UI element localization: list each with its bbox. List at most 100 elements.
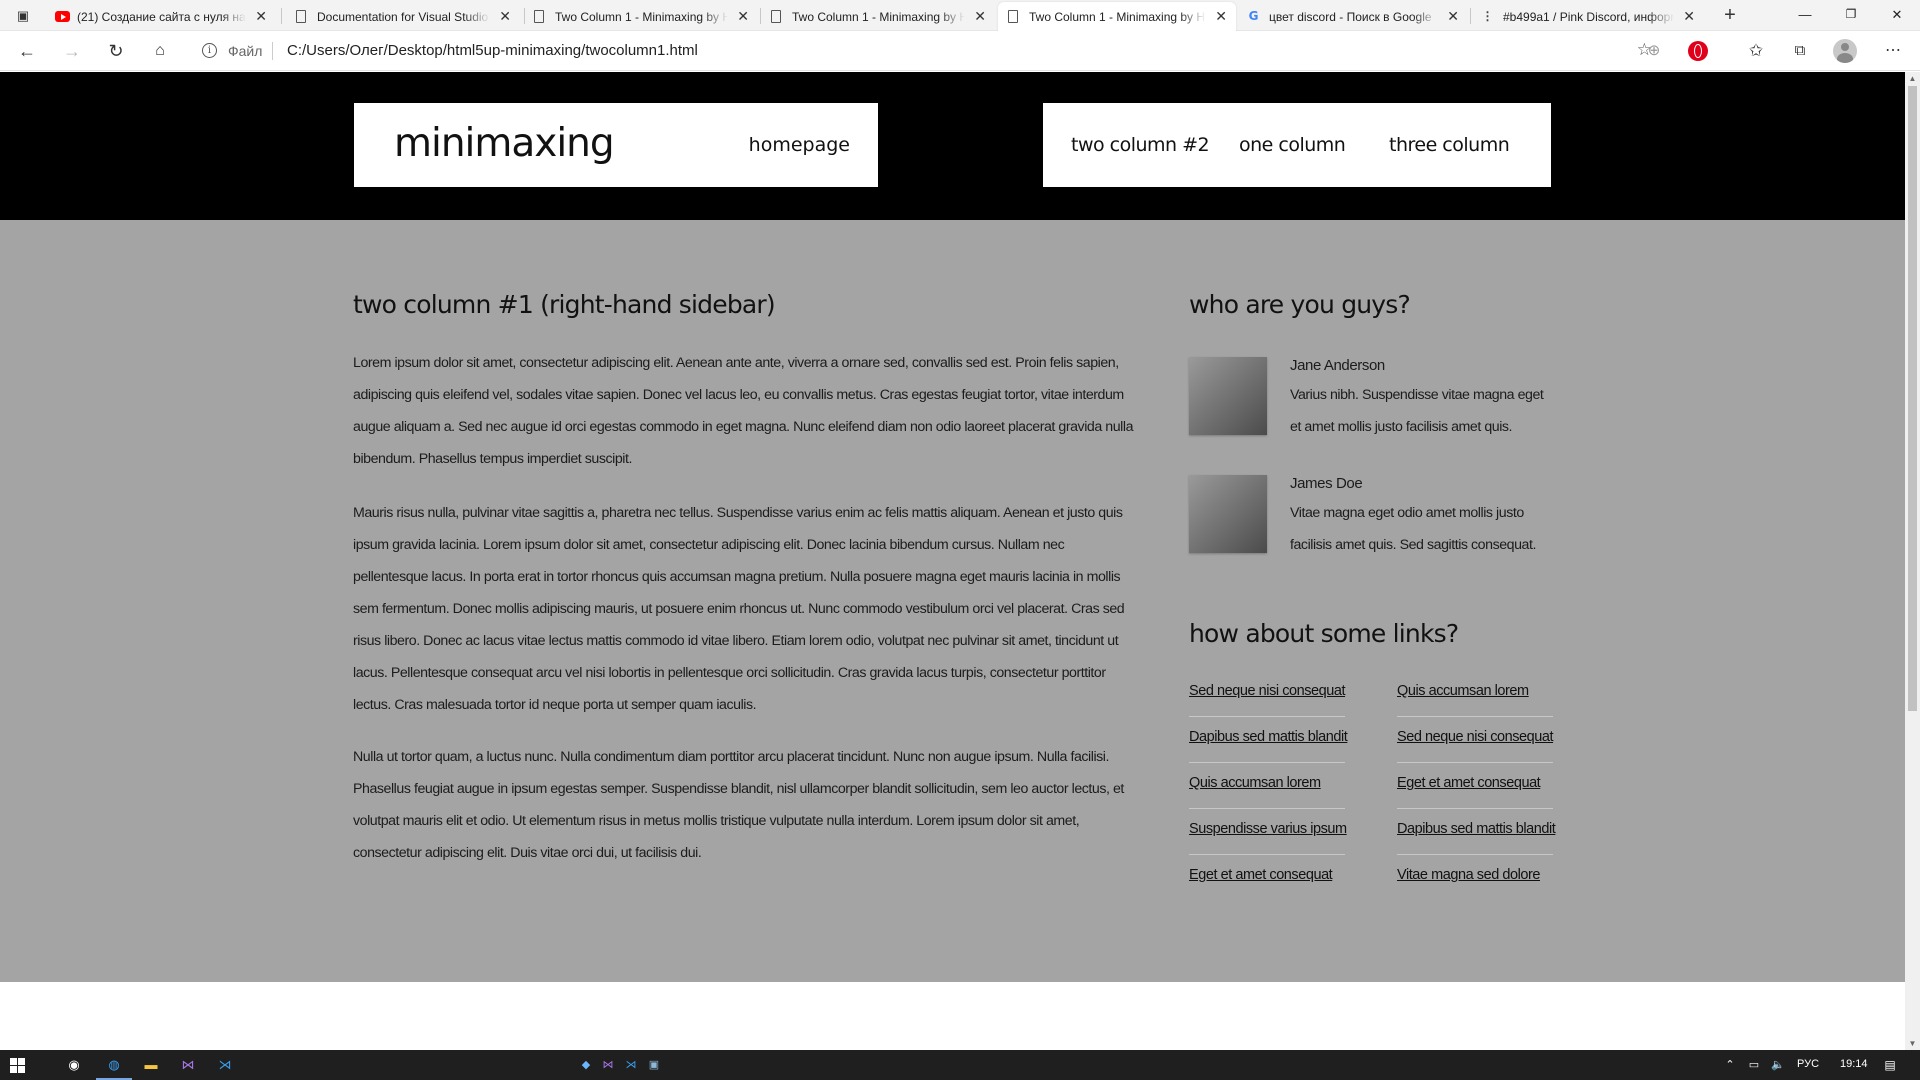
link-list-item: Quis accumsan lorem (1397, 671, 1553, 717)
visual-studio-icon[interactable]: ⋈ (598, 1055, 618, 1075)
address-scheme-label: Файл (228, 43, 263, 59)
close-tab-icon[interactable]: ✕ (737, 8, 749, 25)
sidebar-link[interactable]: Sed neque nisi consequat (1189, 683, 1346, 699)
nav-link-homepage[interactable]: homepage (749, 134, 850, 156)
close-tab-icon[interactable]: ✕ (499, 8, 511, 25)
profile-avatar[interactable] (1833, 39, 1857, 63)
scroll-down-icon[interactable]: ▼ (1905, 1039, 1920, 1048)
nav-link-one-column[interactable]: one column (1239, 134, 1346, 156)
sidebar-link[interactable]: Quis accumsan lorem (1397, 683, 1529, 699)
link-list-item: Eget et amet consequat (1397, 763, 1553, 809)
tab-title: #b499a1 / Pink Discord, информация (1503, 10, 1674, 24)
page-icon (534, 10, 544, 23)
main-section: two column #1 (right-hand sidebar) Lorem… (0, 220, 1905, 982)
app-icon[interactable]: ▣ (644, 1055, 664, 1075)
notifications-icon[interactable]: ▤ (1880, 1055, 1900, 1075)
person-item: James Doe Vitae magna eget odio amet mol… (1189, 475, 1555, 575)
sidebar-link[interactable]: Sed neque nisi consequat (1397, 729, 1554, 745)
tab-title: Two Column 1 - Minimaxing by HTML5 UP (555, 10, 728, 24)
more-menu-icon[interactable]: ⋯ (1879, 39, 1907, 63)
volume-icon[interactable]: 🔈 (1768, 1055, 1788, 1075)
link-list-item: Dapibus sed mattis blandit (1189, 717, 1348, 763)
address-bar[interactable]: i Файл C:/Users/Олег/Desktop/html5up-min… (192, 36, 1662, 66)
sidebar-link[interactable]: Vitae magna sed dolore (1397, 867, 1540, 883)
browser-toolbar: ← → ↻ ⌂ i Файл C:/Users/Олег/Desktop/htm… (0, 31, 1920, 71)
site-header: minimaxing homepage two column #2 one co… (0, 72, 1905, 220)
reload-icon[interactable]: ↻ (102, 39, 130, 63)
minimize-icon[interactable]: — (1782, 0, 1828, 31)
close-tab-icon[interactable]: ✕ (974, 8, 986, 25)
sidebar-link[interactable]: Eget et amet consequat (1397, 775, 1541, 791)
paragraph: Lorem ipsum dolor sit amet, consectetur … (353, 355, 1134, 467)
file-explorer-icon[interactable]: ▬ (141, 1055, 161, 1075)
close-tab-icon[interactable]: ✕ (1215, 8, 1227, 25)
browser-tab[interactable]: Two Column 1 - Minimaxing by HTML5 UP ✕ (761, 2, 995, 31)
new-tab-icon[interactable]: + (1716, 2, 1744, 29)
browser-tab-active[interactable]: Two Column 1 - Minimaxing by HTML5 UP ✕ (998, 2, 1236, 31)
site-logo[interactable]: minimaxing (394, 121, 615, 166)
forward-icon[interactable]: → (58, 39, 86, 63)
sidebar-link[interactable]: Suspendisse varius ipsum (1189, 821, 1347, 837)
page-icon (1008, 10, 1018, 23)
tab-actions-icon[interactable]: ▣ (10, 5, 36, 27)
nav-link-two-column-2[interactable]: two column #2 (1071, 134, 1210, 156)
clock[interactable]: 19:14 (1840, 1058, 1868, 1070)
link-list-item: Sed neque nisi consequat (1397, 717, 1554, 763)
vscode-icon[interactable]: ⋊ (621, 1055, 641, 1075)
link-list-item: Eget et amet consequat (1189, 855, 1345, 901)
sidebar-title-about: who are you guys? (1189, 290, 1411, 319)
sidebar-link[interactable]: Dapibus sed mattis blandit (1397, 821, 1556, 837)
address-divider (272, 42, 273, 60)
vertical-scrollbar[interactable]: ▲ ▼ (1905, 72, 1920, 1050)
browser-tab[interactable]: (21) Создание сайта с нуля на HTML ✕ (46, 2, 276, 31)
edge-icon[interactable]: ◍ (96, 1055, 132, 1080)
sidebar-link[interactable]: Quis accumsan lorem (1189, 775, 1321, 791)
address-url[interactable]: C:/Users/Олег/Desktop/html5up-minimaxing… (287, 42, 698, 59)
sidebar-link[interactable]: Eget et amet consequat (1189, 867, 1333, 883)
close-tab-icon[interactable]: ✕ (1683, 8, 1695, 25)
opera-icon[interactable] (1688, 41, 1708, 61)
link-list-item: Suspendisse varius ipsum (1189, 809, 1347, 855)
browser-tab[interactable]: ⋮ #b499a1 / Pink Discord, информация ✕ (1472, 2, 1704, 31)
network-icon[interactable]: ▭ (1744, 1055, 1764, 1075)
close-tab-icon[interactable]: ✕ (255, 8, 267, 25)
collections-icon[interactable]: ⧉ (1786, 39, 1814, 63)
visual-studio-icon[interactable]: ⋈ (178, 1055, 198, 1075)
paragraph: Nulla ut tortor quam, a luctus nunc. Nul… (353, 749, 1124, 861)
logo-box: minimaxing homepage (354, 103, 878, 187)
extension-icon[interactable]: ⊕ (1640, 39, 1668, 63)
sidebar-link[interactable]: Dapibus sed mattis blandit (1189, 729, 1348, 745)
link-list-item: Vitae magna sed dolore (1397, 855, 1553, 901)
vscode-icon[interactable]: ⋊ (215, 1055, 235, 1075)
info-icon[interactable]: i (202, 43, 217, 58)
back-icon[interactable]: ← (13, 39, 41, 63)
browser-tab[interactable]: G цвет discord - Поиск в Google ✕ (1238, 2, 1468, 31)
browser-tab[interactable]: Documentation for Visual Studio Code ✕ (286, 2, 520, 31)
restore-icon[interactable]: ❐ (1828, 0, 1874, 31)
tab-title: Documentation for Visual Studio Code (317, 10, 490, 24)
nav-link-three-column[interactable]: three column (1389, 134, 1510, 156)
youtube-icon (55, 11, 70, 22)
scrollbar-thumb[interactable] (1908, 86, 1917, 711)
person-photo[interactable] (1189, 357, 1267, 435)
links-column-right: Quis accumsan lorem Sed neque nisi conse… (1397, 671, 1556, 901)
close-window-icon[interactable]: ✕ (1874, 0, 1920, 31)
link-list-item: Quis accumsan lorem (1189, 763, 1345, 809)
close-tab-icon[interactable]: ✕ (1447, 8, 1459, 25)
home-icon[interactable]: ⌂ (146, 39, 174, 63)
browser-tab[interactable]: Two Column 1 - Minimaxing by HTML5 UP ✕ (524, 2, 758, 31)
page-viewport: minimaxing homepage two column #2 one co… (0, 72, 1905, 1050)
input-language[interactable]: РУС (1797, 1058, 1819, 1070)
links-column-left: Sed neque nisi consequat Dapibus sed mat… (1189, 671, 1348, 901)
app-icon[interactable]: ◆ (576, 1055, 596, 1075)
tray-chevron-icon[interactable]: ⌃ (1720, 1055, 1740, 1075)
steam-icon[interactable]: ◉ (64, 1055, 84, 1075)
windows-start-icon[interactable] (10, 1058, 25, 1073)
scroll-up-icon[interactable]: ▲ (1905, 74, 1920, 83)
browser-tab-bar: ▣ (21) Создание сайта с нуля на HTML ✕ D… (0, 0, 1920, 31)
favorites-icon[interactable]: ✩ (1742, 39, 1770, 63)
tab-title: цвет discord - Поиск в Google (1269, 10, 1432, 24)
person-description: Vitae magna eget odio amet mollis justo … (1290, 505, 1536, 553)
page-icon (296, 10, 306, 23)
person-photo[interactable] (1189, 475, 1267, 553)
